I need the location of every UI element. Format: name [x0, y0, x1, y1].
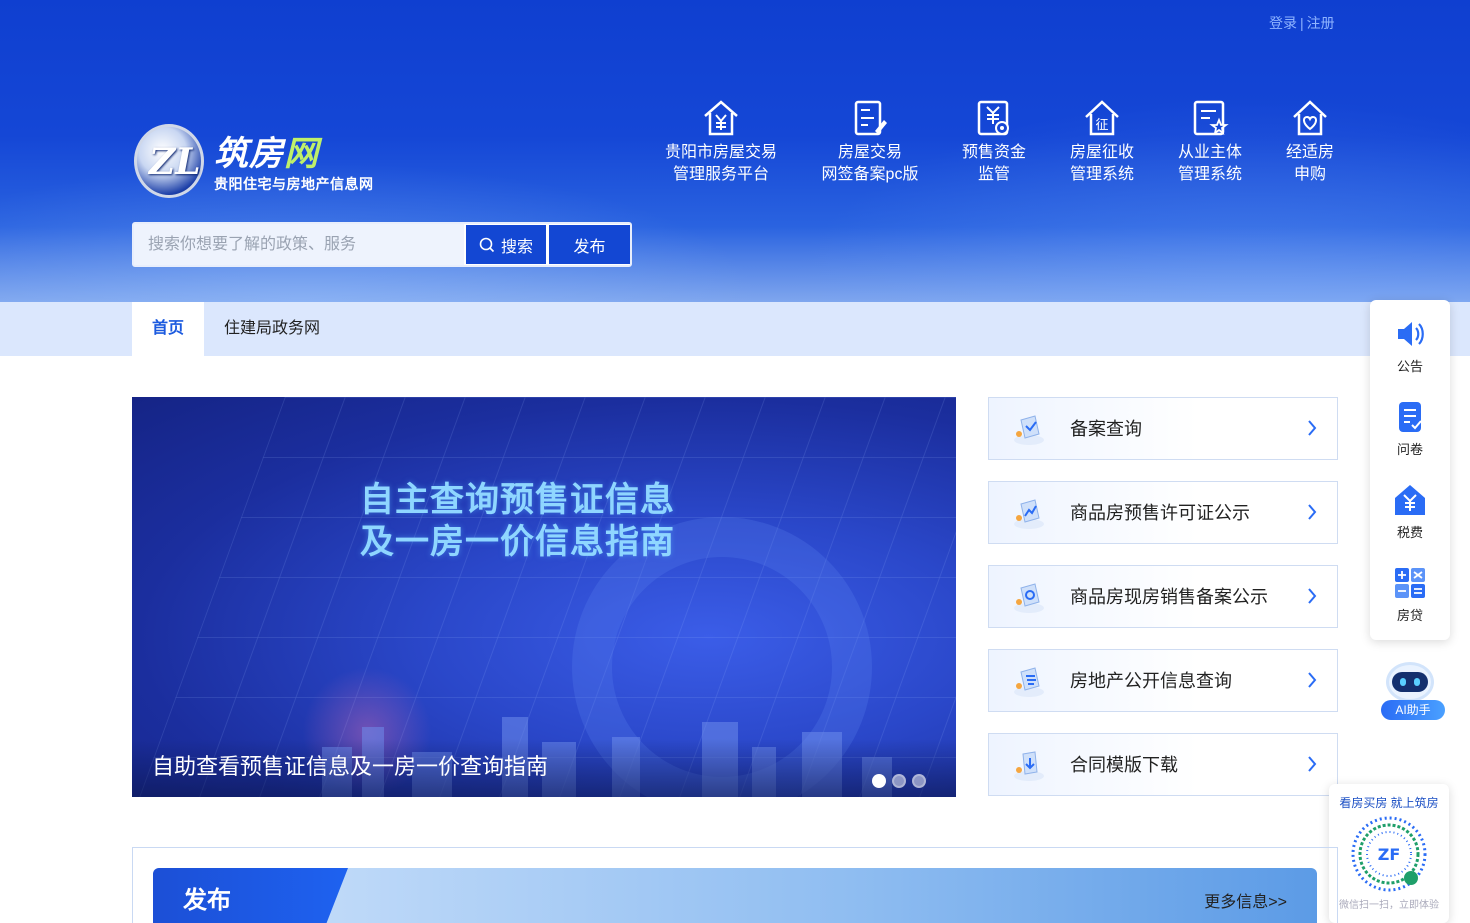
- float-item-label: 问卷: [1396, 442, 1423, 457]
- float-item-announcement[interactable]: 公告: [1370, 316, 1450, 375]
- ai-assistant-button[interactable]: AI助手: [1378, 660, 1445, 724]
- carousel-dots: [872, 774, 926, 788]
- login-link[interactable]: 登录: [1269, 15, 1297, 31]
- chevron-right-icon: [1308, 756, 1317, 772]
- service-item-record-search[interactable]: 备案查询: [988, 397, 1338, 460]
- quick-nav-label: 经适房: [1285, 144, 1334, 161]
- carousel-dot[interactable]: [912, 774, 926, 788]
- quick-nav-label: 网签备案pc版: [821, 166, 919, 183]
- quick-nav-label: 管理服务平台: [672, 166, 769, 183]
- register-link[interactable]: 注册: [1307, 15, 1335, 31]
- quick-nav-item-contract[interactable]: 房屋交易 网签备案pc版: [820, 98, 920, 186]
- robot-eye: [1400, 678, 1406, 686]
- nav-tab-gov[interactable]: 住建局政务网: [224, 302, 320, 356]
- search-button-label: 搜索: [500, 238, 533, 256]
- entity-star-icon: [1193, 100, 1229, 136]
- auth-separator: |: [1300, 15, 1304, 31]
- banner-caption[interactable]: 自助查看预售证信息及一房一价查询指南: [152, 749, 548, 781]
- float-item-label: 房贷: [1396, 608, 1423, 623]
- chevron-right-icon: [1308, 504, 1317, 520]
- floating-menu: 公告 问卷 税费 房贷: [1370, 300, 1450, 640]
- chevron-right-icon: [1308, 420, 1317, 436]
- ai-assistant-label: AI助手: [1381, 700, 1445, 720]
- qr-center-text: ZF: [1378, 845, 1401, 864]
- nav-tab-home[interactable]: 首页: [132, 302, 204, 356]
- main-nav: 首页 住建局政务网: [0, 302, 1470, 356]
- quick-nav-label: 监管: [977, 166, 1010, 183]
- banner-headline-line: 自主查询预售证信息: [360, 481, 675, 519]
- quick-nav-item-levy[interactable]: 征 房屋征收 管理系统: [1066, 98, 1138, 186]
- quick-nav-item-presale-fund[interactable]: 预售资金 监管: [958, 98, 1030, 186]
- qr-footer: 微信扫一扫，立即体验: [1339, 900, 1439, 911]
- service-label: 商品房预售许可证公示: [1070, 503, 1250, 523]
- robot-eye: [1414, 678, 1420, 686]
- banner-carousel[interactable]: 自主查询预售证信息 及一房一价信息指南 自助查看预售证信息及一房一价查询指南: [132, 397, 956, 797]
- quick-nav-label: 房屋交易: [837, 144, 902, 161]
- banner-headline: 自主查询预售证信息 及一房一价信息指南: [360, 479, 675, 563]
- quick-nav-item-entity[interactable]: 从业主体 管理系统: [1174, 98, 1246, 186]
- sales-record-icon: [1014, 583, 1044, 613]
- quick-nav-label: 管理系统: [1177, 166, 1242, 183]
- speaker-icon: [1398, 322, 1424, 346]
- service-item-presale-permit[interactable]: 商品房预售许可证公示: [988, 481, 1338, 544]
- float-item-mortgage[interactable]: 房贷: [1370, 565, 1450, 624]
- float-item-label: 税费: [1396, 525, 1423, 540]
- quick-nav-item-trade-platform[interactable]: 贵阳市房屋交易 管理服务平台: [664, 98, 778, 186]
- quick-nav-label: 申购: [1293, 166, 1326, 183]
- quick-nav: 贵阳市房屋交易 管理服务平台 房屋交易 网签备案pc版 预售资金 监管 征 房屋…: [0, 98, 1470, 198]
- publish-section: 发布 更多信息>>: [132, 847, 1338, 923]
- chevron-right-icon: [1308, 672, 1317, 688]
- contract-download-icon: [1014, 751, 1044, 781]
- quick-nav-label: 房屋征收: [1069, 144, 1134, 161]
- calculator-icon: [1395, 568, 1425, 598]
- float-item-tax[interactable]: 税费: [1370, 482, 1450, 541]
- quick-nav-item-affordable-housing[interactable]: 经适房 申购: [1282, 98, 1338, 186]
- house-yuan-icon: [704, 100, 738, 136]
- service-item-contract-download[interactable]: 合同模版下载: [988, 733, 1338, 796]
- quick-nav-label: 预售资金: [961, 144, 1026, 161]
- publish-button[interactable]: 发布: [549, 225, 630, 264]
- auth-links: 登录 | 注册: [1269, 13, 1335, 33]
- search-icon: [479, 237, 495, 252]
- carousel-dot[interactable]: [892, 774, 906, 788]
- house-levy-icon: 征: [1085, 100, 1119, 136]
- quick-nav-label: 贵阳市房屋交易: [664, 144, 777, 161]
- service-item-public-info[interactable]: 房地产公开信息查询: [988, 649, 1338, 712]
- qr-code-icon: ZF: [1351, 816, 1427, 892]
- float-item-label: 公告: [1396, 359, 1423, 374]
- fund-supervision-icon: [977, 100, 1009, 136]
- banner-headline-line: 及一房一价信息指南: [360, 523, 675, 561]
- svg-text:征: 征: [1095, 118, 1108, 133]
- record-search-icon: [1014, 415, 1044, 445]
- contract-edit-icon: [854, 100, 887, 136]
- publish-header: 发布 更多信息>>: [153, 868, 1317, 923]
- house-heart-icon: [1293, 100, 1327, 136]
- robot-visor: [1392, 672, 1428, 692]
- service-label: 合同模版下载: [1070, 755, 1178, 775]
- float-item-survey[interactable]: 问卷: [1370, 399, 1450, 458]
- service-label: 备案查询: [1070, 419, 1142, 439]
- search-input[interactable]: [134, 224, 464, 265]
- quick-nav-label: 管理系统: [1069, 166, 1134, 183]
- public-info-icon: [1014, 667, 1044, 697]
- header: 登录 | 注册 ZL 筑房网 贵阳住宅与房地产信息网 贵阳市房屋交易 管理服务平台 …: [0, 0, 1470, 302]
- quick-nav-label: 从业主体: [1177, 144, 1242, 161]
- qr-title: 看房买房 就上筑房: [1339, 796, 1439, 810]
- more-info-link[interactable]: 更多信息>>: [1204, 888, 1287, 912]
- carousel-dot[interactable]: [872, 774, 886, 788]
- survey-icon: [1399, 402, 1422, 432]
- qr-code-panel: 看房买房 就上筑房 ZF 微信扫一扫，立即体验: [1329, 784, 1449, 923]
- tax-icon: [1395, 485, 1425, 515]
- publish-title: 发布: [183, 887, 231, 914]
- search-bar: 搜索 发布: [132, 222, 632, 267]
- service-item-sales-record[interactable]: 商品房现房销售备案公示: [988, 565, 1338, 628]
- presale-permit-icon: [1014, 499, 1044, 529]
- search-button[interactable]: 搜索: [466, 225, 546, 264]
- service-label: 房地产公开信息查询: [1070, 671, 1232, 691]
- service-label: 商品房现房销售备案公示: [1070, 587, 1268, 607]
- chevron-right-icon: [1308, 588, 1317, 604]
